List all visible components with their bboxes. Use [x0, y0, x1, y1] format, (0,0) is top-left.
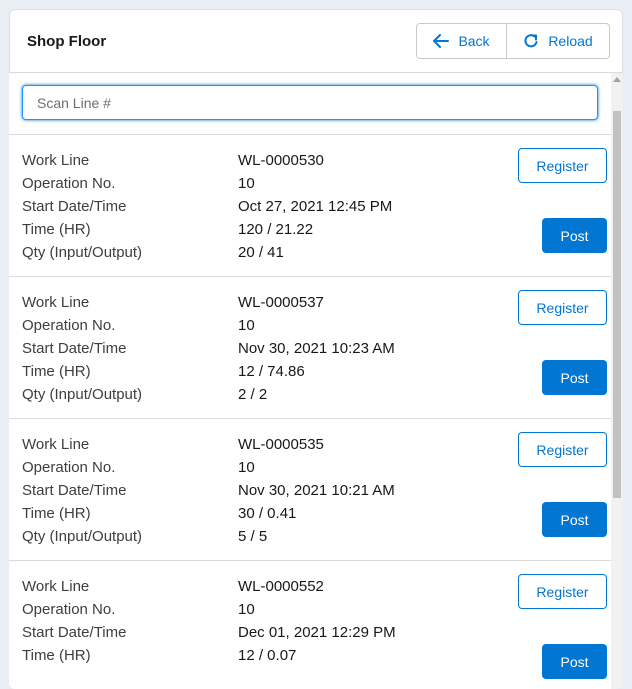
qty-label: Qty (Input/Output) — [22, 244, 143, 261]
work-line-item: Work Line WL-0000552 Operation No. 10 St… — [9, 561, 611, 689]
operation-no-label: Operation No. — [22, 601, 116, 618]
card-header: Shop Floor Back Reload — [10, 10, 622, 73]
refresh-icon — [524, 34, 538, 48]
post-button[interactable]: Post — [542, 360, 607, 395]
qty-value: 2 / 2 — [238, 386, 268, 403]
reload-button[interactable]: Reload — [506, 24, 609, 58]
time-hr-value: 12 / 74.86 — [238, 363, 305, 380]
time-hr-value: 120 / 21.22 — [238, 221, 314, 238]
start-datetime-label: Start Date/Time — [22, 624, 127, 641]
card-body-layer: Work Line WL-0000530 Operation No. 10 St… — [9, 9, 623, 689]
qty-value: 20 / 41 — [238, 244, 284, 261]
time-hr-row: Time (HR) 30 / 0.41 — [22, 502, 611, 525]
start-datetime-value: Nov 30, 2021 10:23 AM — [238, 340, 395, 357]
register-button[interactable]: Register — [518, 432, 607, 467]
start-datetime-label: Start Date/Time — [22, 482, 127, 499]
work-line-label: Work Line — [22, 152, 90, 169]
qty-value: 5 / 5 — [238, 528, 268, 545]
qty-row: Qty (Input/Output) 5 / 5 — [22, 525, 611, 548]
qty-row: Qty (Input/Output) 2 / 2 — [22, 383, 611, 406]
register-button[interactable]: Register — [518, 290, 607, 325]
start-datetime-row: Start Date/Time Oct 27, 2021 12:45 PM — [22, 195, 611, 218]
post-button[interactable]: Post — [542, 502, 607, 537]
reload-button-label: Reload — [548, 33, 593, 49]
work-line-value: WL-0000537 — [238, 294, 324, 311]
qty-row: Qty (Input/Output) 20 / 41 — [22, 241, 611, 264]
operation-no-value: 10 — [238, 317, 255, 334]
start-datetime-row: Start Date/Time Nov 30, 2021 10:23 AM — [22, 337, 611, 360]
work-line-value: WL-0000552 — [238, 578, 324, 595]
back-button-label: Back — [458, 33, 490, 49]
work-line-label: Work Line — [22, 294, 90, 311]
qty-label: Qty (Input/Output) — [22, 386, 143, 403]
time-hr-value: 12 / 0.07 — [238, 647, 297, 664]
operation-no-value: 10 — [238, 601, 255, 618]
page-title: Shop Floor — [27, 32, 107, 50]
operation-no-value: 10 — [238, 459, 255, 476]
operation-no-label: Operation No. — [22, 459, 116, 476]
start-datetime-value: Nov 30, 2021 10:21 AM — [238, 482, 395, 499]
time-hr-label: Time (HR) — [22, 363, 91, 380]
operation-no-label: Operation No. — [22, 175, 116, 192]
time-hr-label: Time (HR) — [22, 505, 91, 522]
time-hr-row: Time (HR) 12 / 74.86 — [22, 360, 611, 383]
time-hr-row: Time (HR) 12 / 0.07 — [22, 644, 611, 667]
work-line-list: Work Line WL-0000530 Operation No. 10 St… — [9, 135, 611, 689]
back-button[interactable]: Back — [417, 24, 506, 58]
header-button-group: Back Reload — [416, 23, 610, 59]
work-line-item: Work Line WL-0000537 Operation No. 10 St… — [9, 277, 611, 419]
qty-label: Qty (Input/Output) — [22, 528, 143, 545]
work-line-item: Work Line WL-0000530 Operation No. 10 St… — [9, 135, 611, 277]
work-line-label: Work Line — [22, 578, 90, 595]
work-line-list-scroll[interactable]: Work Line WL-0000530 Operation No. 10 St… — [9, 73, 611, 689]
start-datetime-value: Oct 27, 2021 12:45 PM — [238, 198, 393, 215]
time-hr-row: Time (HR) 120 / 21.22 — [22, 218, 611, 241]
time-hr-label: Time (HR) — [22, 221, 91, 238]
start-datetime-row: Start Date/Time Dec 01, 2021 12:29 PM — [22, 621, 611, 644]
time-hr-value: 30 / 0.41 — [238, 505, 297, 522]
start-datetime-row: Start Date/Time Nov 30, 2021 10:21 AM — [22, 479, 611, 502]
operation-no-value: 10 — [238, 175, 255, 192]
start-datetime-value: Dec 01, 2021 12:29 PM — [238, 624, 396, 641]
register-button[interactable]: Register — [518, 148, 607, 183]
work-line-item: Work Line WL-0000535 Operation No. 10 St… — [9, 419, 611, 561]
operation-no-label: Operation No. — [22, 317, 116, 334]
work-line-label: Work Line — [22, 436, 90, 453]
search-section — [9, 73, 611, 135]
arrow-left-icon — [433, 34, 450, 48]
register-button[interactable]: Register — [518, 574, 607, 609]
scan-line-input[interactable] — [22, 85, 598, 120]
post-button[interactable]: Post — [542, 218, 607, 253]
work-line-value: WL-0000530 — [238, 152, 324, 169]
start-datetime-label: Start Date/Time — [22, 340, 127, 357]
work-line-value: WL-0000535 — [238, 436, 324, 453]
start-datetime-label: Start Date/Time — [22, 198, 127, 215]
time-hr-label: Time (HR) — [22, 647, 91, 664]
